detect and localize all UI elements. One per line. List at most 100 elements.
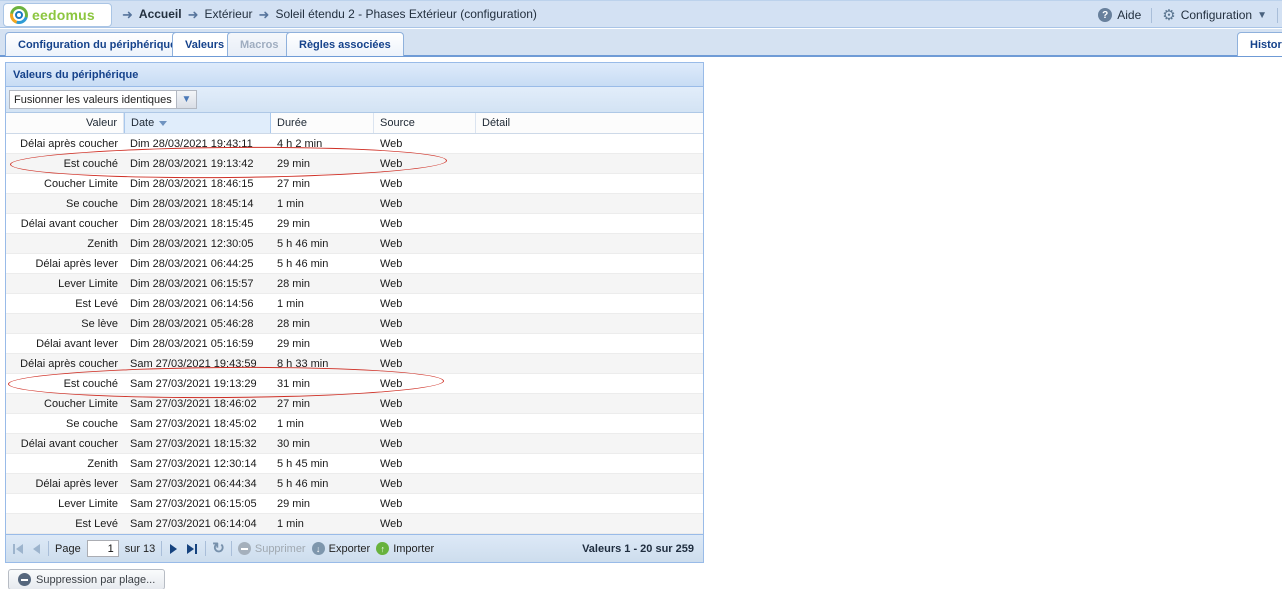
- export-button[interactable]: ↓ Exporter: [312, 542, 371, 555]
- cell-valeur: Se couche: [6, 194, 124, 213]
- table-row[interactable]: Délai avant coucher Sam 27/03/2021 18:15…: [6, 434, 703, 454]
- tab-regles-associees[interactable]: Règles associées: [286, 32, 404, 56]
- cell-date: Sam 27/03/2021 18:45:02: [124, 414, 271, 433]
- cell-source: Web: [374, 374, 476, 393]
- gear-icon: ⚙: [1162, 8, 1175, 23]
- top-right-menu: ? Aide ⚙ Configuration ▼: [1098, 1, 1278, 29]
- cell-source: Web: [374, 414, 476, 433]
- cell-duree: 5 h 45 min: [271, 454, 374, 473]
- cell-detail: [476, 514, 703, 533]
- cell-duree: 29 min: [271, 494, 374, 513]
- dropdown-trigger-button[interactable]: ▼: [177, 90, 197, 109]
- cell-source: Web: [374, 474, 476, 493]
- cell-detail: [476, 254, 703, 273]
- table-row[interactable]: Est Levé Sam 27/03/2021 06:14:04 1 min W…: [6, 514, 703, 534]
- cell-detail: [476, 374, 703, 393]
- previous-page-button: [31, 542, 42, 556]
- cell-date: Dim 28/03/2021 19:43:11: [124, 134, 271, 153]
- values-panel: Valeurs du périphérique Fusionner les va…: [5, 62, 704, 563]
- refresh-icon[interactable]: ↻: [212, 541, 225, 556]
- table-row[interactable]: Se lève Dim 28/03/2021 05:46:28 28 min W…: [6, 314, 703, 334]
- breadcrumb-item-device[interactable]: ➜ Soleil étendu 2 - Phases Extérieur (co…: [259, 7, 537, 21]
- table-row[interactable]: Délai après coucher Dim 28/03/2021 19:43…: [6, 134, 703, 154]
- app-root: eedomus ➜ Accueil ➜ Extérieur ➜ Soleil é…: [0, 0, 1282, 589]
- merge-values-dropdown[interactable]: Fusionner les valeurs identiques ▼: [9, 90, 197, 109]
- chevron-down-icon: ▼: [182, 94, 192, 105]
- import-button[interactable]: ↑ Importer: [376, 542, 434, 555]
- cell-valeur: Zenith: [6, 234, 124, 253]
- cell-valeur: Lever Limite: [6, 494, 124, 513]
- table-row[interactable]: Délai après coucher Sam 27/03/2021 19:43…: [6, 354, 703, 374]
- cell-source: Web: [374, 494, 476, 513]
- table-row[interactable]: Lever Limite Dim 28/03/2021 06:15:57 28 …: [6, 274, 703, 294]
- table-row[interactable]: Se couche Sam 27/03/2021 18:45:02 1 min …: [6, 414, 703, 434]
- last-page-button[interactable]: [185, 542, 199, 556]
- merge-values-dropdown-value: Fusionner les valeurs identiques: [9, 90, 177, 109]
- cell-date: Dim 28/03/2021 18:46:15: [124, 174, 271, 193]
- cell-duree: 1 min: [271, 194, 374, 213]
- cell-valeur: Zenith: [6, 454, 124, 473]
- cell-valeur: Lever Limite: [6, 274, 124, 293]
- table-row[interactable]: Se couche Dim 28/03/2021 18:45:14 1 min …: [6, 194, 703, 214]
- cell-date: Sam 27/03/2021 18:46:02: [124, 394, 271, 413]
- breadcrumb-item-exterieur[interactable]: ➜ Extérieur: [188, 7, 253, 21]
- cell-date: Dim 28/03/2021 18:15:45: [124, 214, 271, 233]
- column-header-valeur[interactable]: Valeur: [6, 113, 124, 133]
- cell-detail: [476, 414, 703, 433]
- cell-duree: 29 min: [271, 334, 374, 353]
- cell-valeur: Est couché: [6, 374, 124, 393]
- table-row[interactable]: Zenith Sam 27/03/2021 12:30:14 5 h 45 mi…: [6, 454, 703, 474]
- cell-detail: [476, 394, 703, 413]
- divider: [231, 541, 232, 556]
- table-row[interactable]: Délai avant lever Dim 28/03/2021 05:16:5…: [6, 334, 703, 354]
- table-row[interactable]: Lever Limite Sam 27/03/2021 06:15:05 29 …: [6, 494, 703, 514]
- cell-date: Dim 28/03/2021 06:15:57: [124, 274, 271, 293]
- cell-detail: [476, 474, 703, 493]
- eedomus-logo-icon: [10, 6, 28, 24]
- table-row[interactable]: Coucher Limite Sam 27/03/2021 18:46:02 2…: [6, 394, 703, 414]
- configuration-menu-button[interactable]: ⚙ Configuration ▼: [1162, 8, 1267, 23]
- column-header-duree[interactable]: Durée: [271, 113, 374, 133]
- table-row[interactable]: Zenith Dim 28/03/2021 12:30:05 5 h 46 mi…: [6, 234, 703, 254]
- help-icon: ?: [1098, 8, 1112, 22]
- table-row[interactable]: Est couché Dim 28/03/2021 19:13:42 29 mi…: [6, 154, 703, 174]
- cell-valeur: Délai après coucher: [6, 354, 124, 373]
- cell-valeur: Délai avant lever: [6, 334, 124, 353]
- eedomus-logo[interactable]: eedomus: [3, 3, 112, 27]
- tab-configuration-du-peripherique[interactable]: Configuration du périphérique: [5, 32, 189, 56]
- table-row[interactable]: Délai avant coucher Dim 28/03/2021 18:15…: [6, 214, 703, 234]
- table-body: Délai après coucher Dim 28/03/2021 19:43…: [6, 134, 703, 534]
- cell-valeur: Est Levé: [6, 294, 124, 313]
- divider: [1151, 8, 1152, 23]
- cell-source: Web: [374, 174, 476, 193]
- column-header-date[interactable]: Date: [124, 113, 271, 133]
- table-row[interactable]: Délai après lever Sam 27/03/2021 06:44:3…: [6, 474, 703, 494]
- table-row[interactable]: Est couché Sam 27/03/2021 19:13:29 31 mi…: [6, 374, 703, 394]
- page-number-input[interactable]: [87, 540, 119, 557]
- breadcrumb-item-accueil[interactable]: ➜ Accueil: [122, 7, 182, 21]
- cell-duree: 28 min: [271, 274, 374, 293]
- help-button[interactable]: ? Aide: [1098, 8, 1141, 22]
- cell-valeur: Délai après lever: [6, 474, 124, 493]
- table-row[interactable]: Coucher Limite Dim 28/03/2021 18:46:15 2…: [6, 174, 703, 194]
- range-delete-button[interactable]: Suppression par plage...: [8, 569, 165, 589]
- cell-source: Web: [374, 454, 476, 473]
- next-page-button[interactable]: [168, 542, 179, 556]
- cell-source: Web: [374, 234, 476, 253]
- arrow-right-icon: ➜: [122, 8, 133, 21]
- column-header-detail[interactable]: Détail: [476, 113, 703, 133]
- cell-source: Web: [374, 294, 476, 313]
- cloud-upload-icon: ↑: [376, 542, 389, 555]
- column-header-source[interactable]: Source: [374, 113, 476, 133]
- tab-historique[interactable]: Historique: [1237, 32, 1282, 56]
- cell-detail: [476, 434, 703, 453]
- table-row[interactable]: Délai après lever Dim 28/03/2021 06:44:2…: [6, 254, 703, 274]
- cell-detail: [476, 354, 703, 373]
- table-row[interactable]: Est Levé Dim 28/03/2021 06:14:56 1 min W…: [6, 294, 703, 314]
- cell-duree: 29 min: [271, 214, 374, 233]
- cell-duree: 27 min: [271, 394, 374, 413]
- cell-source: Web: [374, 154, 476, 173]
- pagination-toolbar: Page sur 13 ↻ Supprimer ↓ Exporter ↑: [6, 534, 703, 562]
- cell-date: Dim 28/03/2021 06:44:25: [124, 254, 271, 273]
- cell-valeur: Délai avant coucher: [6, 214, 124, 233]
